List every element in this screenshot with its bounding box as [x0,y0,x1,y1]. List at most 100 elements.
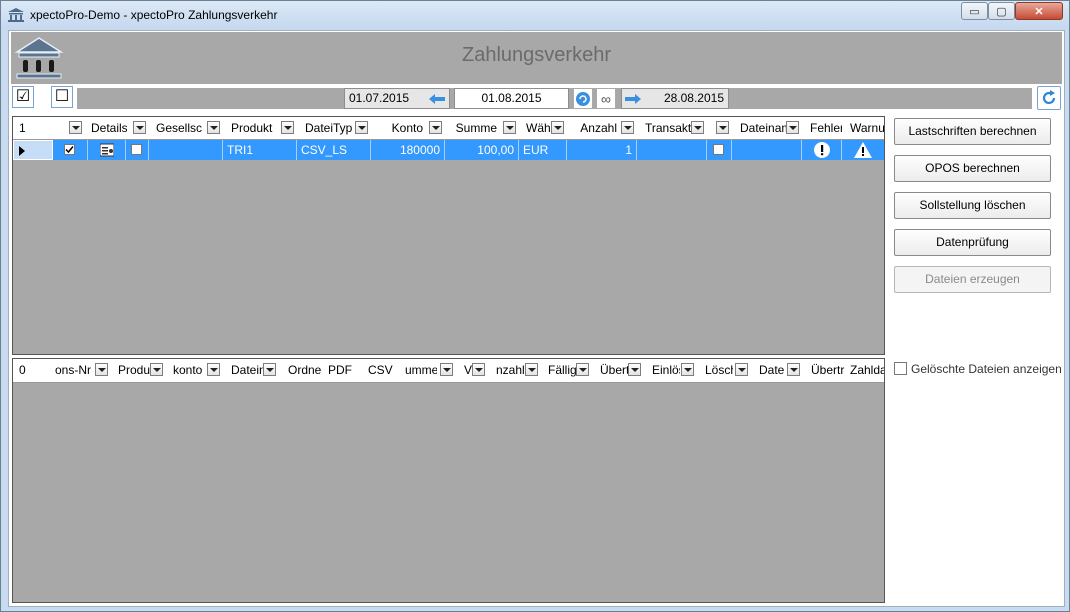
column-filter-dropdown[interactable] [150,363,163,376]
column-filter-dropdown[interactable] [207,363,220,376]
main-content: Zahlungsverkehr ☑ ☐ 01.07.2015 01.08.201… [8,30,1065,607]
col-zahldatum[interactable]: Zahlda [850,359,884,381]
col-csv[interactable]: CSV [368,359,398,381]
maximize-button[interactable]: ▢ [988,2,1015,20]
row-count: 0 [19,363,26,377]
waehrung-cell: EUR [519,140,567,160]
grid-header: 1 Details Gesellscha Produkt DateiTyp Ko… [13,117,884,140]
today-button[interactable] [573,88,593,109]
column-filter-dropdown[interactable] [786,121,799,134]
col-warnung[interactable]: Warnu [850,117,884,139]
warning-icon [854,142,872,158]
header-band: Zahlungsverkehr [11,32,1062,84]
flag-cell[interactable] [126,140,149,160]
column-filter-dropdown[interactable] [95,363,108,376]
col-ordner[interactable]: Ordner [288,359,322,381]
datenpruefung-button[interactable]: Datenprüfung [894,229,1051,256]
lastschriften-berechnen-button[interactable]: Lastschriften berechnen [894,118,1051,145]
show-deleted-checkbox[interactable] [894,362,907,376]
window-title: xpectoPro-Demo - xpectoPro Zahlungsverke… [30,8,278,22]
date-to-field[interactable]: 28.08.2015 [621,88,729,109]
column-filter-dropdown[interactable] [576,363,589,376]
show-deleted-toggle[interactable]: Gelöschte Dateien anzeigen [894,362,1062,376]
col-transaktions-nr[interactable]: ons-Nr [55,359,93,381]
col-waehrung[interactable]: V [464,359,472,381]
col-pdf[interactable]: PDF [328,359,358,381]
col-transaktion[interactable]: Transakti [645,117,691,139]
column-filter-dropdown[interactable] [787,363,800,376]
column-filter-dropdown[interactable] [69,121,82,134]
column-filter-dropdown[interactable] [133,121,146,134]
col-uebertragung[interactable]: Übertra [811,359,845,381]
transfer-checkbox[interactable] [713,144,724,155]
column-filter-dropdown[interactable] [716,121,729,134]
col-fehler[interactable]: Fehler [810,117,842,139]
table-row[interactable]: TRI1 CSV_LS 180000 100,00 EUR 1 [13,140,884,160]
col-produkt[interactable]: Produl [118,359,150,381]
col-einloesung[interactable]: Einlös [652,359,680,381]
column-filter-dropdown[interactable] [281,121,294,134]
column-filter-dropdown[interactable] [681,363,694,376]
col-details[interactable]: Details [91,117,127,139]
col-waehrung[interactable]: Wäh [526,117,550,139]
column-filter-dropdown[interactable] [472,363,485,376]
column-filter-dropdown[interactable] [440,363,453,376]
konto-cell: 180000 [371,140,445,160]
details-cell[interactable] [88,140,126,160]
infinity-button[interactable]: ∞ [596,88,616,109]
column-filter-dropdown[interactable] [207,121,220,134]
col-gesellschaft[interactable]: Gesellscha [156,117,202,139]
column-filter-dropdown[interactable] [503,121,516,134]
date-from-field[interactable]: 01.07.2015 [344,88,450,109]
column-filter-dropdown[interactable] [263,363,276,376]
col-uebertragen[interactable]: Übert [600,359,628,381]
row-count: 1 [19,121,26,135]
col-faelligkeit[interactable]: Fälligl [548,359,576,381]
close-button[interactable]: ✕ [1015,2,1063,20]
opos-berechnen-button[interactable]: OPOS berechnen [894,155,1051,182]
calendar-refresh-icon [576,91,590,106]
row-selector[interactable] [13,140,53,160]
fehler-cell [802,140,842,160]
row-checkbox[interactable] [64,144,75,155]
column-filter-dropdown[interactable] [355,121,368,134]
unchecked-box-icon: ☐ [54,88,70,105]
column-filter-dropdown[interactable] [735,363,748,376]
date-current-field[interactable]: 01.08.2015 [454,88,569,109]
refresh-button[interactable] [1037,86,1061,110]
anzahl-cell: 1 [567,140,637,160]
column-filter-dropdown[interactable] [621,121,634,134]
page-title: Zahlungsverkehr [462,44,611,66]
col-dateiname[interactable]: Dateinam [740,117,786,139]
toolbar: ☑ ☐ 01.07.2015 01.08.2015 ∞ 28.08.2015 [11,86,1062,111]
date-to-value: 28.08.2015 [663,91,724,105]
col-produkt[interactable]: Produkt [231,117,277,139]
gesellschaft-cell [149,140,223,160]
column-filter-dropdown[interactable] [551,121,564,134]
summe-cell: 100,00 [445,140,519,160]
col-dateiname[interactable]: Datein [231,359,263,381]
col-summe[interactable]: Summe [453,117,497,139]
row-flag-checkbox[interactable] [131,144,142,155]
col-summe[interactable]: umme [405,359,437,381]
col-konto[interactable]: konto [173,359,207,381]
col-anzahl[interactable]: Anzahl [575,117,617,139]
col-datei[interactable]: Datei [759,359,785,381]
row-select-cell[interactable] [53,140,88,160]
payment-details-grid: 0 ons-Nr Produl konto Datein Ordner PDF … [12,358,885,603]
col-loeschen[interactable]: Lösch [705,359,733,381]
deselect-all-button[interactable]: ☐ [51,86,73,108]
column-filter-dropdown[interactable] [691,121,704,134]
column-filter-dropdown[interactable] [628,363,641,376]
select-all-button[interactable]: ☑ [12,86,34,108]
warnung-cell [842,140,884,160]
col-konto[interactable]: Konto [381,117,423,139]
dateien-erzeugen-button[interactable]: Dateien erzeugen [894,266,1051,293]
sollstellung-loeschen-button[interactable]: Sollstellung löschen [894,192,1051,219]
minimize-button[interactable]: ▭ [961,2,988,20]
col-dateityp[interactable]: DateiTyp [305,117,355,139]
column-filter-dropdown[interactable] [525,363,538,376]
column-filter-dropdown[interactable] [429,121,442,134]
infinity-icon: ∞ [601,90,611,107]
transfer-flag-cell[interactable] [707,140,732,160]
